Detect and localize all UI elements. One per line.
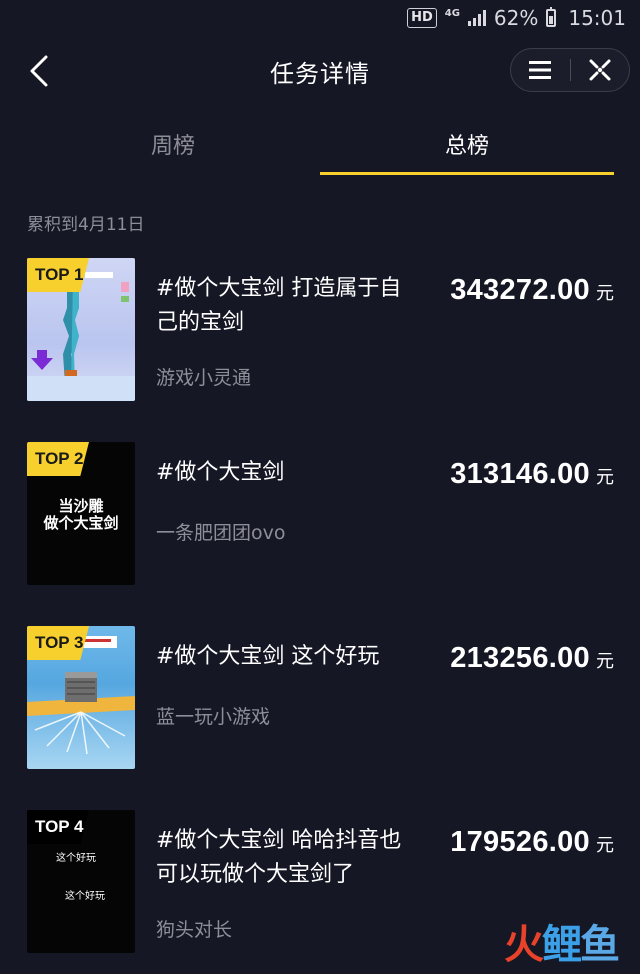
- thumbnail-caption: 这个好玩: [65, 891, 105, 902]
- close-button[interactable]: [570, 48, 629, 92]
- mini-program-capsule: [510, 48, 630, 92]
- status-bar: HD 4G 62% 15:01: [0, 0, 640, 36]
- video-thumbnail[interactable]: TOP 4 这个好玩 这个好玩: [27, 810, 135, 953]
- rank-badge: TOP 1: [27, 258, 89, 292]
- amount-unit: 元: [596, 651, 614, 672]
- tab-weekly[interactable]: 周榜: [73, 128, 273, 160]
- watermark-logo: 火鲤鱼: [504, 922, 620, 968]
- signal-icon: [467, 10, 486, 26]
- video-title[interactable]: #做个大宝剑: [156, 456, 418, 490]
- video-thumbnail[interactable]: TOP 1: [27, 258, 135, 401]
- amount-value: 179526.00: [450, 826, 590, 858]
- thumbnail-caption: 这个好玩: [56, 853, 96, 864]
- amount: 179526.00 元: [450, 826, 614, 859]
- close-icon: [589, 59, 611, 81]
- cumulative-date-note: 累积到4月11日: [27, 215, 145, 235]
- amount: 343272.00 元: [450, 274, 614, 307]
- rank-badge: TOP 4: [27, 810, 89, 844]
- author-name: 蓝一玩小游戏: [156, 706, 271, 728]
- battery-percent: 62%: [493, 6, 539, 30]
- list-item[interactable]: TOP 2 当沙雕 做个大宝剑 #做个大宝剑 一条肥团团ovo 313146.0…: [0, 442, 640, 586]
- thumbnail-caption: 当沙雕 做个大宝剑: [43, 497, 119, 532]
- battery-icon: [546, 7, 557, 27]
- author-name: 狗头对长: [156, 919, 233, 941]
- list-item[interactable]: TOP 1 #做个大宝剑 打造属于自己的宝剑 游戏小灵通 343272.00 元: [0, 258, 640, 402]
- amount-unit: 元: [596, 835, 614, 856]
- amount-value: 313146.00: [450, 458, 590, 490]
- video-thumbnail[interactable]: TOP 2 当沙雕 做个大宝剑: [27, 442, 135, 585]
- network-type: 4G: [444, 8, 460, 19]
- menu-button[interactable]: [511, 48, 570, 92]
- video-thumbnail[interactable]: TOP 3: [27, 626, 135, 769]
- rank-badge: TOP 3: [27, 626, 89, 660]
- tab-total[interactable]: 总榜: [367, 128, 567, 160]
- list-item[interactable]: TOP 3 #做个大宝剑 这个好玩 蓝一玩小游戏 213256.00 元: [0, 626, 640, 770]
- author-name: 游戏小灵通: [156, 367, 252, 389]
- amount: 313146.00 元: [450, 458, 614, 491]
- video-title[interactable]: #做个大宝剑 打造属于自己的宝剑: [156, 272, 418, 340]
- clock: 15:01: [568, 6, 626, 30]
- amount: 213256.00 元: [450, 642, 614, 675]
- rank-badge: TOP 2: [27, 442, 89, 476]
- ranking-tabs: 周榜 总榜: [0, 118, 640, 178]
- amount-unit: 元: [596, 283, 614, 304]
- amount-value: 213256.00: [450, 642, 590, 674]
- video-title[interactable]: #做个大宝剑 哈哈抖音也可以玩做个大宝剑了: [156, 824, 418, 892]
- hd-badge: HD: [407, 8, 437, 28]
- video-title[interactable]: #做个大宝剑 这个好玩: [156, 640, 418, 674]
- amount-value: 343272.00: [450, 274, 590, 306]
- author-name: 一条肥团团ovo: [156, 522, 286, 544]
- nav-bar: 任务详情: [0, 36, 640, 106]
- active-tab-indicator: [320, 172, 614, 175]
- amount-unit: 元: [596, 467, 614, 488]
- menu-icon: [529, 61, 552, 79]
